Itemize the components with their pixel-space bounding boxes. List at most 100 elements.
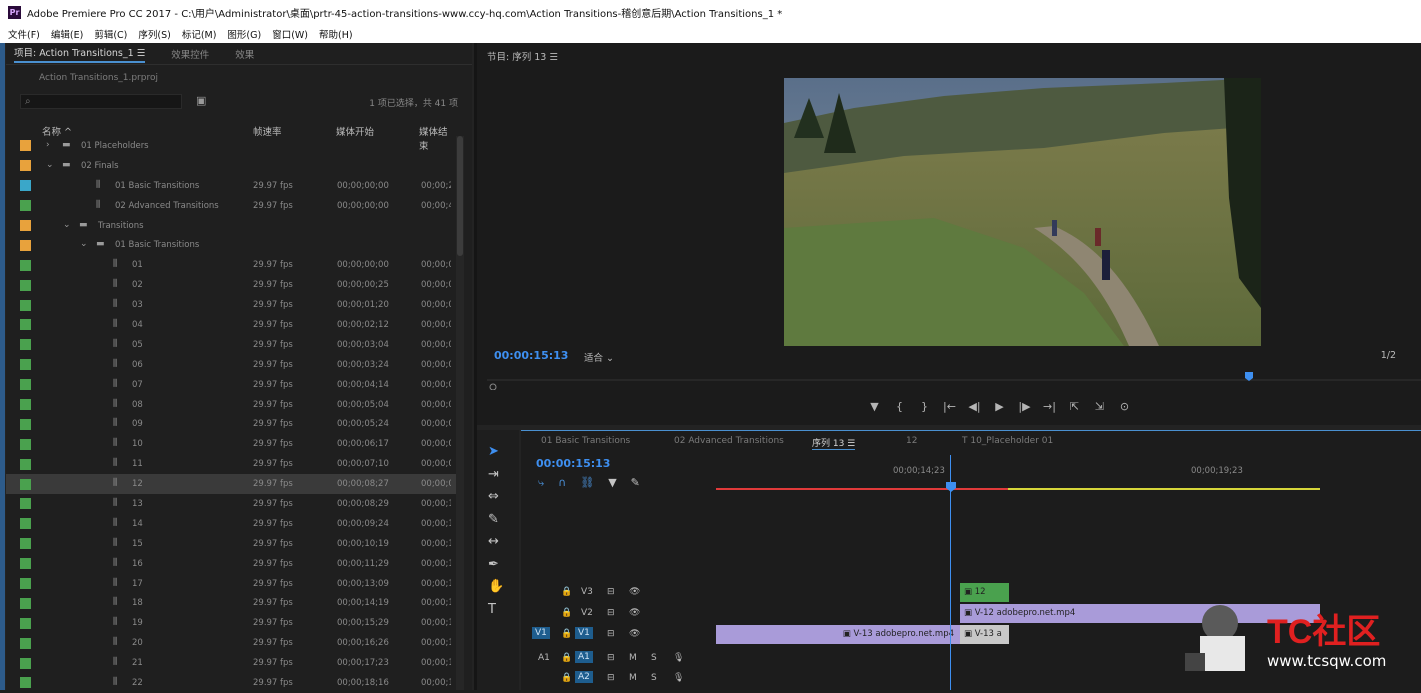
add-marker-icon[interactable]: ▼ [608,476,616,490]
eye-icon[interactable]: 👁 [629,608,640,618]
project-item-row[interactable]: ⫼ 12 29.97 fps 00;00;08;27 00;00;0 [6,474,456,495]
project-item-row[interactable]: ⫼ 16 29.97 fps 00;00;11;29 00;00;1 [6,554,456,574]
project-item-row[interactable]: ⫼ 02 Advanced Transitions 29.97 fps 00;00;0… [6,196,456,216]
fit-dropdown[interactable]: 适合 ⌄ [584,350,614,364]
project-item-row[interactable]: › ▬ 01 Placeholders [6,136,456,156]
sync-lock-icon[interactable]: ⊟ [607,673,615,683]
project-item-row[interactable]: ⫼ 10 29.97 fps 00;00;06;17 00;00;0 [6,434,456,454]
label-color-swatch[interactable] [20,140,31,152]
label-color-swatch[interactable] [20,597,31,609]
timeline-ruler[interactable] [716,481,1421,493]
label-color-swatch[interactable] [20,220,31,231]
label-color-swatch[interactable] [20,319,31,331]
extract-button[interactable]: ⇲ [1087,400,1112,413]
scrollbar-thumb[interactable] [457,136,463,256]
slip-tool-icon[interactable]: ↔ [488,534,499,549]
project-item-row[interactable]: ⫼ 14 29.97 fps 00;00;09;24 00;00;1 [6,514,456,534]
wrench-icon[interactable]: ✎ [631,476,640,490]
tab-01-basic-transitions[interactable]: 01 Basic Transitions [541,436,630,446]
lock-icon[interactable]: 🔒 [561,653,572,663]
label-color-swatch[interactable] [20,379,31,391]
project-scrollbar[interactable] [456,136,464,690]
track-name-v1[interactable]: V1 [575,627,593,639]
resolution-dropdown[interactable]: 1/2 [1381,350,1396,361]
sync-lock-icon[interactable]: ⊟ [607,629,615,639]
label-color-swatch[interactable] [20,200,31,212]
label-color-swatch[interactable] [20,418,31,430]
label-color-swatch[interactable] [20,438,31,450]
menu-window[interactable]: 窗口(W) [272,27,308,41]
mark-in-button[interactable]: { [887,400,912,413]
source-patch-v1[interactable]: V1 [532,627,550,639]
label-color-swatch[interactable] [20,558,31,570]
menu-graphics[interactable]: 图形(G) [227,27,261,41]
project-item-row[interactable]: ⫼ 13 29.97 fps 00;00;08;29 00;00;1 [6,494,456,514]
label-color-swatch[interactable] [20,578,31,590]
label-color-swatch[interactable] [20,637,31,649]
tab-project[interactable]: 项目: Action Transitions_1 ☰ [14,45,146,63]
add-marker-button[interactable]: ▼ [862,400,887,413]
project-item-row[interactable]: ⫼ 21 29.97 fps 00;00;17;23 00;00;1 [6,653,456,673]
menu-marker[interactable]: 标记(M) [182,27,217,41]
program-timecode[interactable]: 00:00:15:13 [494,349,568,362]
hand-tool-icon[interactable]: ✋ [488,579,504,594]
chevron-down-icon[interactable]: ⌄ [46,160,54,170]
label-color-swatch[interactable] [20,478,31,490]
label-color-swatch[interactable] [20,160,31,172]
step-forward-button[interactable]: |▶ [1012,400,1037,413]
clip-v3-12[interactable]: ▣ 12 [960,583,1009,602]
sync-lock-icon[interactable]: ⊟ [607,653,615,663]
new-bin-icon[interactable]: ▣ [196,94,206,107]
clip-v1-b[interactable]: ▣ V-13 a [960,625,1009,644]
project-item-row[interactable]: ⫼ 04 29.97 fps 00;00;02;12 00;00;0 [6,315,456,335]
chevron-down-icon[interactable]: ⌄ [80,239,88,249]
lift-button[interactable]: ⇱ [1062,400,1087,413]
tab-effects[interactable]: 效果 [235,47,254,61]
project-item-row[interactable]: ⫼ 06 29.97 fps 00;00;03;24 00;00;0 [6,355,456,375]
menu-edit[interactable]: 编辑(E) [51,27,83,41]
label-color-swatch[interactable] [20,399,31,411]
menu-sequence[interactable]: 序列(S) [138,27,170,41]
label-color-swatch[interactable] [20,518,31,530]
menu-clip[interactable]: 剪辑(C) [94,27,127,41]
eye-icon[interactable]: 👁 [629,629,640,639]
label-color-swatch[interactable] [20,677,31,689]
mark-out-button[interactable]: } [912,400,937,413]
project-item-row[interactable]: ⫼ 18 29.97 fps 00;00;14;19 00;00;1 [6,593,456,613]
project-item-row[interactable]: ⫼ 20 29.97 fps 00;00;16;26 00;00;1 [6,633,456,653]
tab-10-placeholder-01[interactable]: T 10_Placeholder 01 [962,436,1053,446]
menu-file[interactable]: 文件(F) [8,27,40,41]
project-item-row[interactable]: ⫼ 11 29.97 fps 00;00;07;10 00;00;0 [6,454,456,474]
program-tab[interactable]: 节目: 序列 13 ☰ [487,49,558,63]
project-item-row[interactable]: ⫼ 03 29.97 fps 00;00;01;20 00;00;0 [6,295,456,315]
project-item-row[interactable]: ⫼ 15 29.97 fps 00;00;10;19 00;00;1 [6,534,456,554]
label-color-swatch[interactable] [20,239,31,251]
lock-icon[interactable]: 🔒 [561,587,572,597]
clip-v1-a[interactable]: ▣ V-13 adobepro.net.mp4 [716,625,960,644]
tab-12[interactable]: 12 [906,436,917,446]
chevron-right-icon[interactable]: › [46,140,50,150]
project-item-row[interactable]: ⫼ 01 Basic Transitions 29.97 fps 00;00;00;0… [6,176,456,196]
lock-icon[interactable]: 🔒 [561,608,572,618]
timeline-timecode[interactable]: 00:00:15:13 [536,457,610,470]
play-button[interactable]: ▶ [987,400,1012,413]
nest-toggle-icon[interactable]: ⤷ [538,476,544,490]
project-item-row[interactable]: ⌄ ▬ 01 Basic Transitions [6,235,456,255]
tab-effect-controls[interactable]: 效果控件 [171,47,209,61]
project-item-row[interactable]: ⫼ 02 29.97 fps 00;00;00;25 00;00;0 [6,275,456,295]
label-color-swatch[interactable] [20,498,31,510]
label-color-swatch[interactable] [20,299,31,311]
go-to-in-button[interactable]: |← [937,400,962,413]
project-item-row[interactable]: ⫼ 05 29.97 fps 00;00;03;04 00;00;0 [6,335,456,355]
sync-lock-icon[interactable]: ⊟ [607,587,615,597]
label-color-swatch[interactable] [20,180,31,192]
go-to-out-button[interactable]: →| [1037,400,1062,413]
program-time-ruler[interactable] [487,368,1421,390]
export-frame-button[interactable]: ⊙ [1112,400,1137,413]
linked-selection-icon[interactable]: ⛓ [580,476,594,490]
label-color-swatch[interactable] [20,458,31,470]
razor-tool-icon[interactable]: ✎ [488,512,499,527]
project-item-row[interactable]: ⫼ 09 29.97 fps 00;00;05;24 00;00;0 [6,414,456,434]
eye-icon[interactable]: 👁 [629,587,640,597]
label-color-swatch[interactable] [20,657,31,669]
